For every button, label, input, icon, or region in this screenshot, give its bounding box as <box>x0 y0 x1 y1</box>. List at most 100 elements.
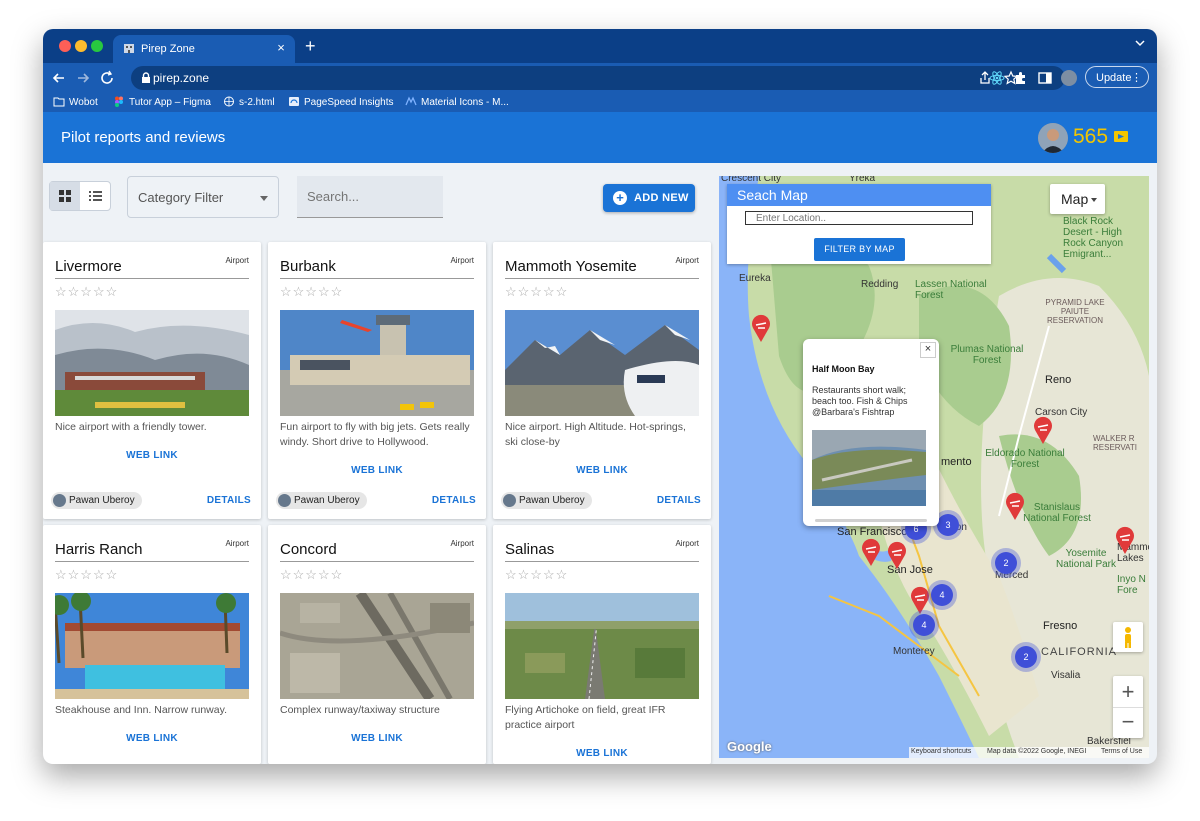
map-label: Visalia <box>1051 670 1081 681</box>
extensions-puzzle-icon[interactable] <box>1013 70 1029 86</box>
update-button[interactable]: Update ⋮ <box>1085 66 1149 88</box>
bookmark-item[interactable]: Wobot <box>53 96 98 110</box>
bookmark-item[interactable]: Tutor App – Figma <box>113 96 211 110</box>
details-button[interactable]: DETAILS <box>207 495 251 506</box>
web-link[interactable]: WEB LINK <box>493 748 711 759</box>
close-icon[interactable]: × <box>920 342 936 358</box>
category-filter-select[interactable]: Category Filter <box>127 176 279 218</box>
map-label: CALIFORNIA <box>1041 646 1118 658</box>
web-link[interactable]: WEB LINK <box>493 465 711 476</box>
star-rating[interactable]: ☆☆☆☆☆ <box>280 284 343 300</box>
web-link[interactable]: WEB LINK <box>43 733 261 744</box>
airport-pin-icon[interactable] <box>751 314 771 342</box>
review-card[interactable]: Mammoth Yosemite Airport ☆☆☆☆☆ Nice airp… <box>493 242 711 519</box>
divider <box>280 278 474 279</box>
zoom-out-button[interactable]: − <box>1113 707 1143 738</box>
tab-pirep-zone[interactable]: Pirep Zone × <box>113 35 295 63</box>
airport-pin-icon[interactable] <box>1005 492 1025 520</box>
marker-cluster[interactable]: 4 <box>913 614 935 636</box>
user-chip[interactable]: Pawan Uberoy <box>501 492 592 509</box>
map-label: Inyo N Fore <box>1117 574 1146 596</box>
close-window-button[interactable] <box>59 40 71 52</box>
new-tab-button[interactable]: + <box>305 36 316 56</box>
user-chip[interactable]: Pawan Uberoy <box>51 492 142 509</box>
airport-pin-icon[interactable] <box>861 538 881 566</box>
points-count: 565 <box>1073 125 1109 148</box>
react-devtools-icon[interactable] <box>989 70 1005 86</box>
airport-photo <box>280 310 474 416</box>
add-new-button[interactable]: + ADD NEW <box>603 184 695 212</box>
star-rating[interactable]: ☆☆☆☆☆ <box>505 567 568 583</box>
map-label: PYRAMID LAKE PAIUTE RESERVATION <box>1045 298 1105 325</box>
tab-close-icon[interactable]: × <box>273 40 289 56</box>
map-type-select[interactable]: Map <box>1050 184 1105 214</box>
reload-icon[interactable] <box>97 68 117 88</box>
marker-cluster[interactable]: 2 <box>995 552 1017 574</box>
side-panel-icon[interactable] <box>1037 70 1053 86</box>
user-chip[interactable]: Pawan Uberoy <box>276 492 367 509</box>
review-card[interactable]: Burbank Airport ☆☆☆☆☆ Fun airport to fly… <box>268 242 486 519</box>
back-arrow-icon[interactable] <box>49 68 69 88</box>
map-label: Eureka <box>739 273 771 284</box>
info-window-scrollbar[interactable] <box>815 519 927 522</box>
card-description: Fun airport to fly with big jets. Gets r… <box>280 421 470 448</box>
star-rating[interactable]: ☆☆☆☆☆ <box>55 284 118 300</box>
review-card[interactable]: Salinas Airport ☆☆☆☆☆ Flying Artichoke o… <box>493 525 711 764</box>
filter-by-map-button[interactable]: FILTER BY MAP <box>814 238 905 261</box>
divider <box>280 561 474 562</box>
profile-avatar[interactable] <box>1061 70 1077 86</box>
map-search-header: Seach Map <box>727 184 991 206</box>
map-view[interactable]: Crescent City Yreka Eureka Redding Lasse… <box>719 176 1149 758</box>
marker-cluster[interactable]: 4 <box>931 584 953 606</box>
review-card[interactable]: Harris Ranch Airport ☆☆☆☆☆ Steakhouse an… <box>43 525 261 764</box>
bookmark-item[interactable]: s-2.html <box>223 96 275 110</box>
web-link[interactable]: WEB LINK <box>268 733 486 744</box>
street-view-pegman[interactable] <box>1113 622 1143 652</box>
kebab-menu-icon[interactable]: ⋮ <box>1131 67 1142 89</box>
zoom-in-button[interactable]: + <box>1113 676 1143 707</box>
list-view-button[interactable] <box>80 182 110 210</box>
web-link[interactable]: WEB LINK <box>43 450 261 461</box>
airport-pin-icon[interactable] <box>1033 416 1053 444</box>
terms-link[interactable]: Terms of Use <box>1101 748 1142 755</box>
map-label: Fresno <box>1043 620 1078 632</box>
airport-pin-icon[interactable] <box>1115 526 1135 554</box>
review-card[interactable]: Concord Airport ☆☆☆☆☆ Complex runway/tax… <box>268 525 486 764</box>
keyboard-shortcuts-link[interactable]: Keyboard shortcuts <box>911 748 971 755</box>
airport-pin-icon[interactable] <box>910 586 930 614</box>
card-type: Airport <box>675 256 699 265</box>
airport-pin-icon[interactable] <box>887 541 907 569</box>
minimize-window-button[interactable] <box>75 40 87 52</box>
review-card[interactable]: Livermore Airport ☆☆☆☆☆ Nice airport wit… <box>43 242 261 519</box>
address-bar[interactable]: pirep.zone <box>131 66 1065 90</box>
star-rating[interactable]: ☆☆☆☆☆ <box>55 567 118 583</box>
map-label: Black Rock Desert - High Rock Canyon Emi… <box>1063 216 1124 260</box>
web-link[interactable]: WEB LINK <box>268 465 486 476</box>
map-label: Eldorado National Forest <box>985 448 1065 470</box>
maximize-window-button[interactable] <box>91 40 103 52</box>
details-button[interactable]: DETAILS <box>432 495 476 506</box>
card-title: Salinas <box>505 541 555 558</box>
bookmark-item[interactable]: Material Icons - M... <box>405 96 509 110</box>
star-rating[interactable]: ☆☆☆☆☆ <box>280 567 343 583</box>
bookmark-item[interactable]: PageSpeed Insights <box>288 96 394 110</box>
search-input[interactable] <box>297 176 443 218</box>
map-search-panel: Seach Map FILTER BY MAP <box>727 184 991 264</box>
info-window-description: Restaurants short walk; beach too. Fish … <box>812 385 908 417</box>
location-input[interactable] <box>745 211 973 225</box>
airport-photo <box>812 430 926 506</box>
card-type: Airport <box>450 539 474 548</box>
map-info-window: × Half Moon Bay Restaurants short walk; … <box>803 339 939 526</box>
map-label: San Francisco <box>837 526 908 538</box>
marker-cluster[interactable]: 2 <box>1015 646 1037 668</box>
app-header: Pilot reports and reviews 565 <box>43 112 1157 163</box>
forward-arrow-icon[interactable] <box>73 68 93 88</box>
airport-photo <box>55 593 249 699</box>
grid-view-button[interactable] <box>50 182 80 210</box>
star-rating[interactable]: ☆☆☆☆☆ <box>505 284 568 300</box>
chevron-down-icon[interactable] <box>1135 39 1145 47</box>
user-avatar[interactable] <box>1038 123 1068 153</box>
marker-cluster[interactable]: 3 <box>937 514 959 536</box>
details-button[interactable]: DETAILS <box>657 495 701 506</box>
card-type: Airport <box>450 256 474 265</box>
